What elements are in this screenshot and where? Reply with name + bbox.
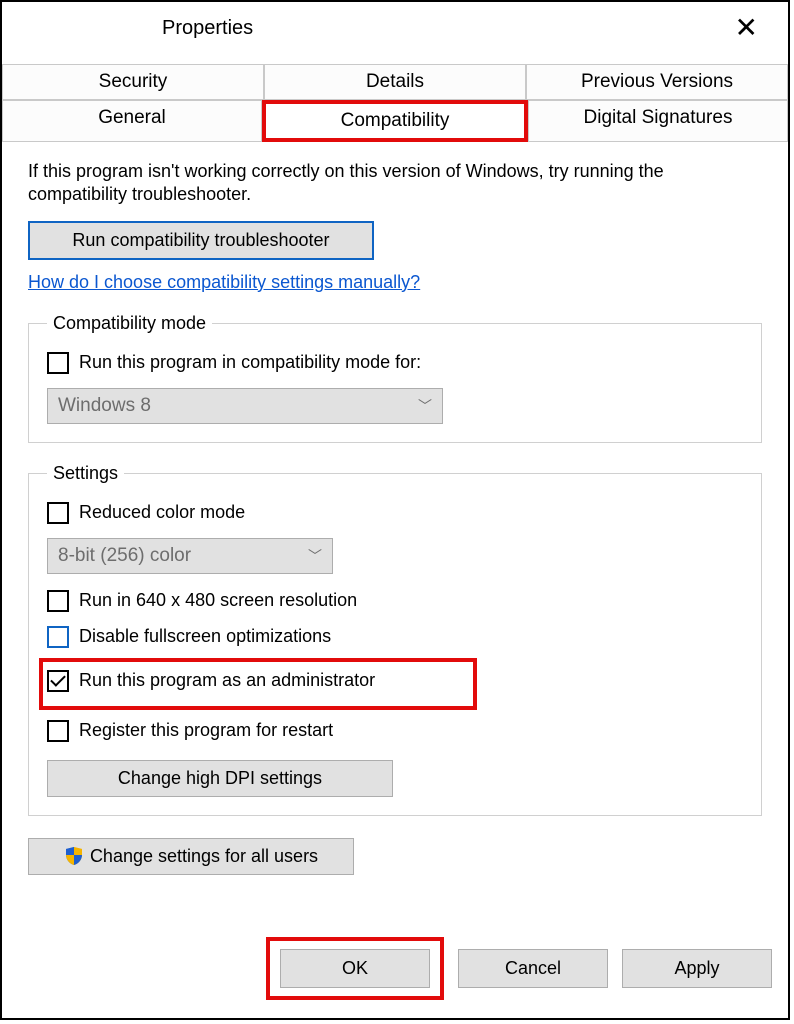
tab-content: If this program isn't working correctly … — [2, 142, 788, 875]
tab-general[interactable]: General — [2, 100, 262, 142]
register-restart-label: Register this program for restart — [79, 720, 333, 741]
compatibility-mode-group: Compatibility mode Run this program in c… — [28, 313, 762, 443]
tab-digital-signatures[interactable]: Digital Signatures — [528, 100, 788, 142]
reduced-color-checkbox[interactable] — [47, 502, 69, 524]
run-as-admin-label: Run this program as an administrator — [79, 670, 375, 691]
titlebar: Properties ✕ — [2, 2, 788, 54]
compat-mode-value: Windows 8 — [58, 395, 151, 417]
tab-security[interactable]: Security — [2, 64, 264, 100]
compat-mode-label: Run this program in compatibility mode f… — [79, 352, 421, 373]
compat-mode-legend: Compatibility mode — [47, 313, 212, 334]
dialog-footer: OK Cancel Apply — [266, 937, 772, 1000]
shield-icon — [64, 846, 84, 866]
settings-legend: Settings — [47, 463, 124, 484]
settings-group: Settings Reduced color mode 8-bit (256) … — [28, 463, 762, 816]
run-as-admin-highlight: Run this program as an administrator — [39, 658, 477, 710]
tab-details[interactable]: Details — [264, 64, 526, 100]
run-as-admin-checkbox[interactable] — [47, 670, 69, 692]
run-640-label: Run in 640 x 480 screen resolution — [79, 590, 357, 611]
manual-settings-link[interactable]: How do I choose compatibility settings m… — [28, 272, 420, 293]
run-640-checkbox[interactable] — [47, 590, 69, 612]
chevron-down-icon: ﹀ — [308, 546, 322, 566]
color-value: 8-bit (256) color — [58, 545, 191, 567]
register-restart-checkbox[interactable] — [47, 720, 69, 742]
intro-text: If this program isn't working correctly … — [28, 160, 762, 207]
disable-fullscreen-label: Disable fullscreen optimizations — [79, 626, 331, 647]
reduced-color-label: Reduced color mode — [79, 502, 245, 523]
chevron-down-icon: ﹀ — [418, 396, 432, 416]
change-dpi-button[interactable]: Change high DPI settings — [47, 760, 393, 797]
run-troubleshooter-button[interactable]: Run compatibility troubleshooter — [28, 221, 374, 260]
change-all-users-button[interactable]: Change settings for all users — [28, 838, 354, 875]
ok-button[interactable]: OK — [280, 949, 430, 988]
tabs: Security Details Previous Versions Gener… — [2, 64, 788, 142]
tab-previous-versions[interactable]: Previous Versions — [526, 64, 788, 100]
properties-dialog: Properties ✕ Security Details Previous V… — [0, 0, 790, 1020]
color-dropdown[interactable]: 8-bit (256) color ﹀ — [47, 538, 333, 574]
window-title: Properties — [162, 17, 253, 40]
disable-fullscreen-checkbox[interactable] — [47, 626, 69, 648]
apply-button[interactable]: Apply — [622, 949, 772, 988]
compat-mode-checkbox[interactable] — [47, 352, 69, 374]
cancel-button[interactable]: Cancel — [458, 949, 608, 988]
close-icon[interactable]: ✕ — [725, 10, 768, 46]
compat-mode-dropdown[interactable]: Windows 8 ﹀ — [47, 388, 443, 424]
ok-highlight: OK — [266, 937, 444, 1000]
tab-compatibility[interactable]: Compatibility — [262, 100, 528, 142]
change-all-users-label: Change settings for all users — [90, 846, 318, 867]
